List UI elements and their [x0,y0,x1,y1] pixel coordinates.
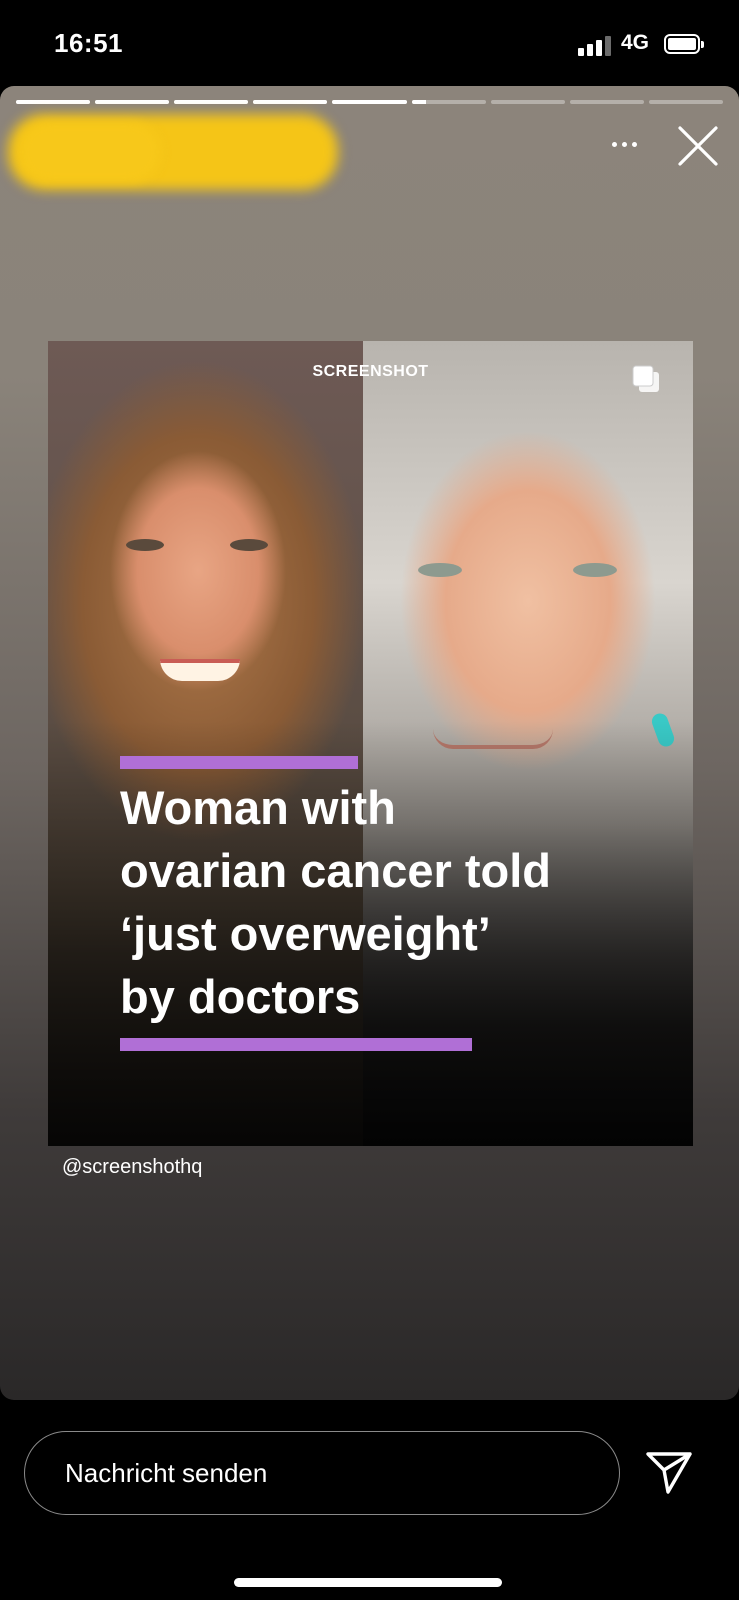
post-author-handle[interactable]: @screenshothq [62,1156,202,1179]
headline: Woman with ovarian cancer told ‘just ove… [120,776,640,1028]
story-progress-bar [16,100,723,104]
progress-segment [569,100,644,104]
progress-segment [253,100,328,104]
progress-segment [648,100,723,104]
more-icon [611,141,617,147]
status-bar: 16:51 4G [0,0,739,88]
headline-accent-top [120,756,358,769]
send-icon[interactable] [644,1450,694,1496]
progress-segment [174,100,249,104]
progress-segment [16,100,91,104]
battery-icon [664,34,704,56]
headline-line: Woman with [120,781,396,834]
home-indicator [234,1578,502,1587]
progress-segment [332,100,407,104]
signal-icon [578,34,614,56]
progress-segment [95,100,170,104]
progress-segment [411,100,486,104]
story-viewer[interactable]: SCREENSHOT Woman with ovarian cancer tol… [0,86,739,1400]
headline-line: by doctors [120,970,361,1023]
brand-label: SCREENSHOT [312,363,429,380]
multiple-images-icon [632,365,659,392]
headline-line: ‘just overweight’ [120,907,491,960]
more-options-button[interactable] [604,132,644,156]
message-input[interactable] [24,1431,620,1515]
status-time: 16:51 [54,28,123,58]
network-type: 4G [621,31,650,54]
progress-segment [490,100,565,104]
close-icon[interactable] [676,124,720,168]
headline-accent-bottom [120,1038,472,1051]
obscured-avatar [20,122,160,182]
reply-bar [0,1400,739,1600]
shared-post-card[interactable]: SCREENSHOT Woman with ovarian cancer tol… [48,341,693,1146]
headline-line: ovarian cancer told [120,844,551,897]
